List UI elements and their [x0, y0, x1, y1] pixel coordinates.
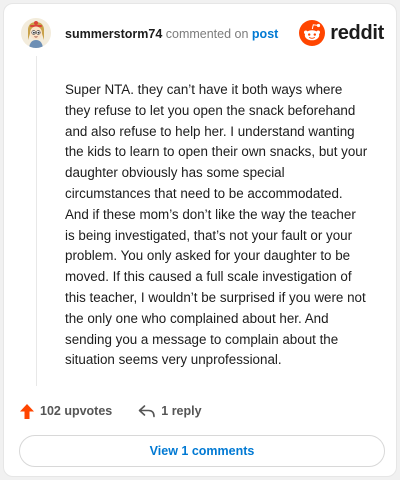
comment-body: Super NTA. they can’t have it both ways …: [65, 82, 368, 368]
commented-on-text: commented on: [165, 27, 249, 41]
comment-actions: 102 upvotes 1 reply: [19, 401, 202, 421]
view-comments-button[interactable]: View 1 comments: [19, 435, 385, 467]
post-link[interactable]: post: [252, 27, 278, 41]
reddit-alien-icon: [299, 20, 326, 46]
upvote-count: 102 upvotes: [40, 404, 113, 418]
reply-button[interactable]: 1 reply: [138, 404, 202, 418]
comment-header: summerstorm74 commented on post reddit: [21, 18, 384, 54]
comment-card: summerstorm74 commented on post reddit S…: [3, 3, 397, 477]
reply-count: 1 reply: [161, 404, 202, 418]
upvote-arrow-icon: [20, 403, 34, 419]
reddit-logo[interactable]: reddit: [299, 19, 384, 47]
upvote-button[interactable]: 102 upvotes: [19, 403, 112, 420]
thread-line: [36, 56, 37, 386]
user-avatar-icon[interactable]: [21, 18, 51, 48]
reddit-wordmark: reddit: [330, 21, 384, 44]
comment-meta: summerstorm74 commented on post: [65, 27, 278, 41]
username-link[interactable]: summerstorm74: [65, 27, 162, 41]
reply-arrow-icon: [138, 405, 156, 418]
